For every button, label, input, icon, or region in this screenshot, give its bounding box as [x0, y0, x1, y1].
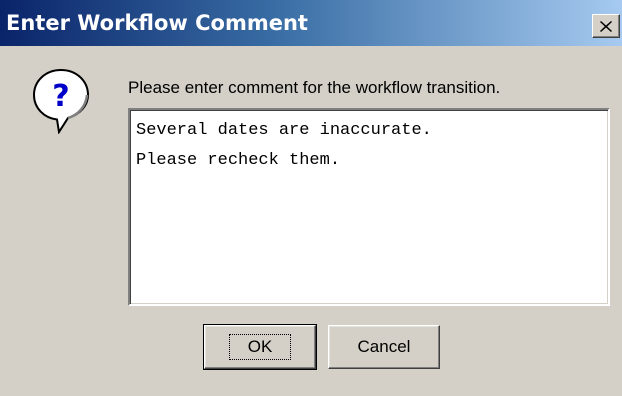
- prompt-label: Please enter comment for the workflow tr…: [128, 78, 501, 97]
- comment-line: Several dates are inaccurate.: [136, 121, 432, 140]
- svg-text:?: ?: [52, 79, 69, 114]
- ok-button[interactable]: OK: [203, 324, 317, 370]
- cancel-button[interactable]: Cancel: [328, 325, 440, 369]
- ok-button-label: OK: [228, 334, 292, 360]
- dialog-title: Enter Workflow Comment: [6, 11, 308, 35]
- comment-line: Please recheck them.: [136, 151, 341, 170]
- title-bar[interactable]: Enter Workflow Comment: [0, 0, 622, 46]
- comment-textarea[interactable]: Several dates are inaccurate. Please rec…: [128, 108, 610, 306]
- question-icon: ?: [32, 68, 90, 134]
- close-icon: [600, 20, 612, 32]
- workflow-comment-dialog: Enter Workflow Comment ? Please enter co…: [0, 0, 622, 396]
- cancel-button-label: Cancel: [357, 337, 411, 356]
- close-button[interactable]: [592, 14, 620, 38]
